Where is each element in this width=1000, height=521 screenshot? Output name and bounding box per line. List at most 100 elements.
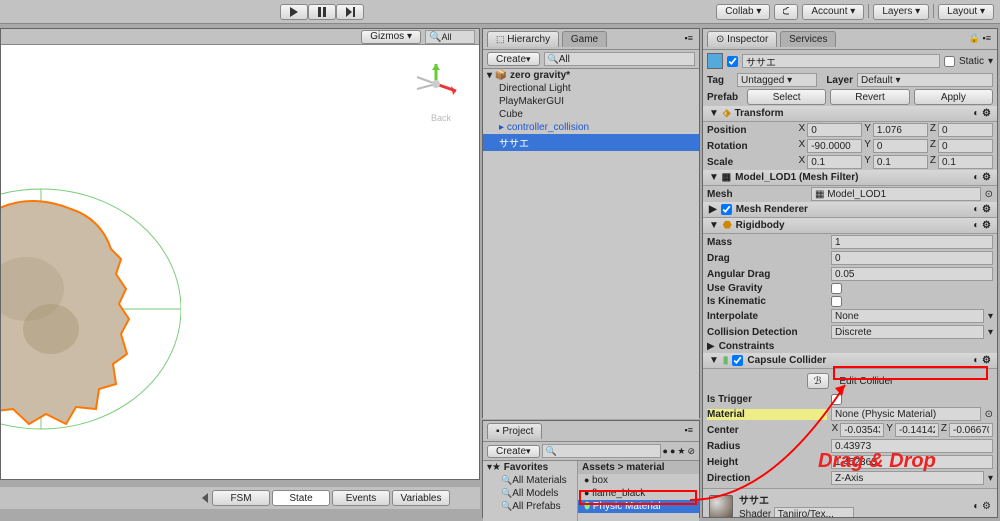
rigidbody-header[interactable]: ▼ ⬣ Rigidbody◐ ⚙ [703,218,997,234]
material-thumbnail[interactable] [709,495,733,519]
istrigger-checkbox[interactable] [831,394,842,405]
static-label: Static [959,56,984,67]
object-name-input[interactable] [742,54,940,68]
hierarchy-item[interactable]: PlayMakerGUI [483,95,699,108]
scale-x[interactable] [807,155,862,169]
events-tab[interactable]: Events [332,490,390,506]
center-z[interactable] [949,423,993,437]
prefab-label: Prefab [707,92,743,103]
shader-dropdown[interactable]: Tanjiro/Tex... [774,507,854,518]
editcollider-button[interactable]: ℬ [807,373,829,389]
scale-y[interactable] [873,155,928,169]
coldet-dropdown[interactable]: Discrete [831,325,984,339]
play-button[interactable] [280,4,308,20]
collab-button[interactable]: Collab ▾ [716,4,770,20]
interp-dropdown[interactable]: None [831,309,984,323]
collab-label: Collab [725,6,753,17]
picker-icon[interactable]: ⊙ [985,189,993,200]
project-search[interactable]: 🔍 [542,444,661,458]
gizmos-label: Gizmos [370,31,404,42]
services-tab[interactable]: Services [780,31,836,47]
account-label: Account [811,6,847,17]
hierarchy-tab[interactable]: ⬚ Hierarchy [487,31,559,47]
apply-button[interactable]: Apply [914,89,993,105]
annotation-text: Drag & Drop [818,450,936,473]
project-tab[interactable]: ▪ Project [487,423,542,439]
angdrag-input[interactable] [831,267,993,281]
fav-item[interactable]: 🔍All Models [483,487,577,500]
layers-button[interactable]: Layers ▾ [873,4,929,20]
scene-search[interactable]: 🔍All [425,30,475,44]
hierarchy-item[interactable]: Cube [483,108,699,121]
material-name: ササエ [739,492,854,507]
revert-button[interactable]: Revert [830,89,909,105]
tag-label: Tag [707,75,733,86]
step-button[interactable] [336,4,364,20]
star-icon[interactable]: ★ [677,446,685,457]
scale-z[interactable] [938,155,993,169]
tag-dropdown[interactable]: Untagged ▾ [737,73,817,87]
rot-x[interactable] [807,139,862,153]
layer-dropdown[interactable]: Default ▾ [857,73,993,87]
usegrav-checkbox[interactable] [831,283,842,294]
cube-icon [707,53,723,69]
center-x[interactable] [840,423,884,437]
select-button[interactable]: Select [747,89,826,105]
project-breadcrumb[interactable]: Assets > material [578,461,699,474]
physic-material-field[interactable]: None (Physic Material) [831,407,981,421]
game-tab[interactable]: Game [562,31,607,47]
scene-object[interactable] [0,159,181,439]
direction-dropdown[interactable]: Z-Axis [831,471,984,485]
transform-header[interactable]: ▼ ⬗ Transform◐ ⚙ [703,106,997,122]
active-checkbox[interactable] [727,56,738,67]
mesh-field[interactable]: ▦ Model_LOD1 [811,187,981,201]
drag-input[interactable] [831,251,993,265]
state-tab[interactable]: State [272,490,330,506]
annotation-box-source [579,490,697,505]
scene-root[interactable]: ▾ 📦 zero gravity* [483,69,699,82]
capsule-checkbox[interactable] [732,355,743,366]
filter-icon[interactable]: ● [670,446,675,456]
kinematic-checkbox[interactable] [831,296,842,307]
pause-button[interactable] [308,4,336,20]
favorites-header[interactable]: ▾★ Favorites [483,461,577,474]
fav-item[interactable]: 🔍All Materials [483,474,577,487]
back-label: Back [431,113,451,123]
project-create-button[interactable]: Create ▾ [487,445,540,458]
constraints-row[interactable]: ▶ Constraints [703,340,997,353]
inspector-tab[interactable]: ⊙ Inspector [707,31,777,47]
filter-icon[interactable]: ● [663,446,668,456]
hierarchy-item-selected[interactable]: ササエ [483,134,699,151]
asset-item[interactable]: ● box [578,474,699,487]
hierarchy-item[interactable]: ▸ controller_collision [483,121,699,134]
meshrenderer-checkbox[interactable] [721,204,732,215]
layer-label: Layer [821,75,853,86]
hierarchy-item[interactable]: Directional Light [483,82,699,95]
fav-item[interactable]: 🔍All Prefabs [483,500,577,513]
meshfilter-header[interactable]: ▼ ▦ Model_LOD1 (Mesh Filter)◐ ⚙ [703,170,997,186]
rot-z[interactable] [938,139,993,153]
rot-y[interactable] [873,139,928,153]
annotation-box-target [833,366,988,380]
transform-icon: ⬗ [723,108,731,119]
pos-y[interactable] [873,123,928,137]
variables-tab[interactable]: Variables [392,490,450,506]
pos-z[interactable] [938,123,993,137]
meshrenderer-header[interactable]: ▶ Mesh Renderer◐ ⚙ [703,202,997,218]
center-y[interactable] [895,423,939,437]
mass-input[interactable] [831,235,993,249]
scene-gizmo[interactable] [411,59,461,109]
prev-icon[interactable] [200,493,210,503]
picker-icon[interactable]: ⊙ [985,409,993,420]
layers-label: Layers [882,6,912,17]
layout-button[interactable]: Layout ▾ [938,4,994,20]
fsm-tab[interactable]: FSM [212,490,270,506]
scene-view[interactable]: Gizmos ▾ 🔍All Back [0,28,480,480]
hierarchy-search[interactable]: 🔍All [544,52,695,66]
account-button[interactable]: Account ▾ [802,4,864,20]
cloud-button[interactable] [774,4,798,20]
gizmos-button[interactable]: Gizmos ▾ [361,30,421,44]
pos-x[interactable] [807,123,862,137]
create-button[interactable]: Create ▾ [487,52,540,66]
static-checkbox[interactable] [944,56,955,67]
